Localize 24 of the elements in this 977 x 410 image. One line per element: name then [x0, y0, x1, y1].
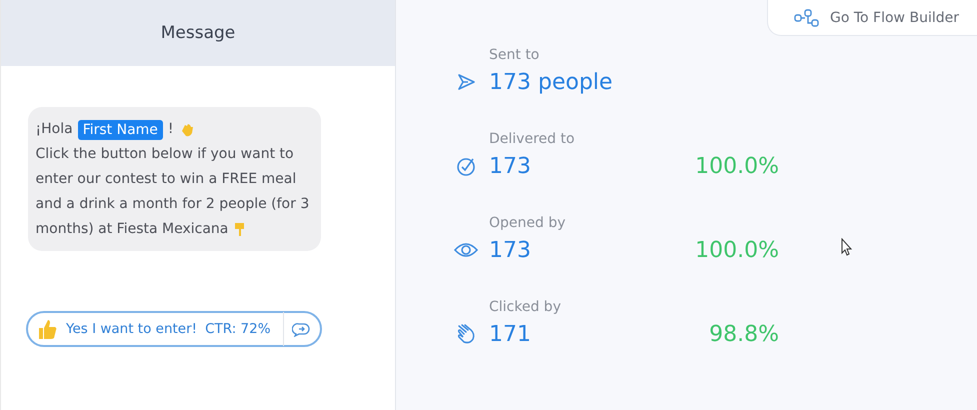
cursor-icon	[841, 238, 853, 256]
stat-label: Sent to	[489, 46, 540, 65]
stat-value: 173 people	[489, 70, 613, 94]
flow-icon	[794, 8, 820, 26]
name-chip: First Name	[78, 120, 163, 140]
greeting-text: ¡Hola	[36, 120, 73, 139]
stat-value: 173	[489, 154, 531, 178]
stat-percent: 98.8%	[709, 322, 779, 346]
reply-button[interactable]: Yes I want to enter! CTR: 72%	[26, 311, 322, 347]
stat-label: Opened by	[489, 214, 567, 233]
message-text: Click the button below if you want to enter our contest to win a FREE meal and a drink a month for 2 people (for 3 months) at Fiesta Mexicana	[36, 145, 310, 240]
stat-percent: 100.0%	[695, 238, 779, 262]
flow-builder-button[interactable]: Go To Flow Builder	[767, 0, 977, 36]
stat-value: 173	[489, 238, 531, 262]
eye-icon	[454, 240, 478, 260]
check-circle-icon	[454, 156, 478, 176]
stat-label: Delivered to	[489, 130, 576, 149]
stat-value: 171	[489, 322, 531, 346]
thumbs-up-icon	[36, 318, 58, 340]
reply-icon	[292, 321, 310, 337]
stat-percent: 100.0%	[695, 154, 779, 178]
panel-title: Message	[160, 23, 236, 43]
stat-label: Clicked by	[489, 298, 562, 317]
exclamation-text: !	[168, 120, 174, 139]
